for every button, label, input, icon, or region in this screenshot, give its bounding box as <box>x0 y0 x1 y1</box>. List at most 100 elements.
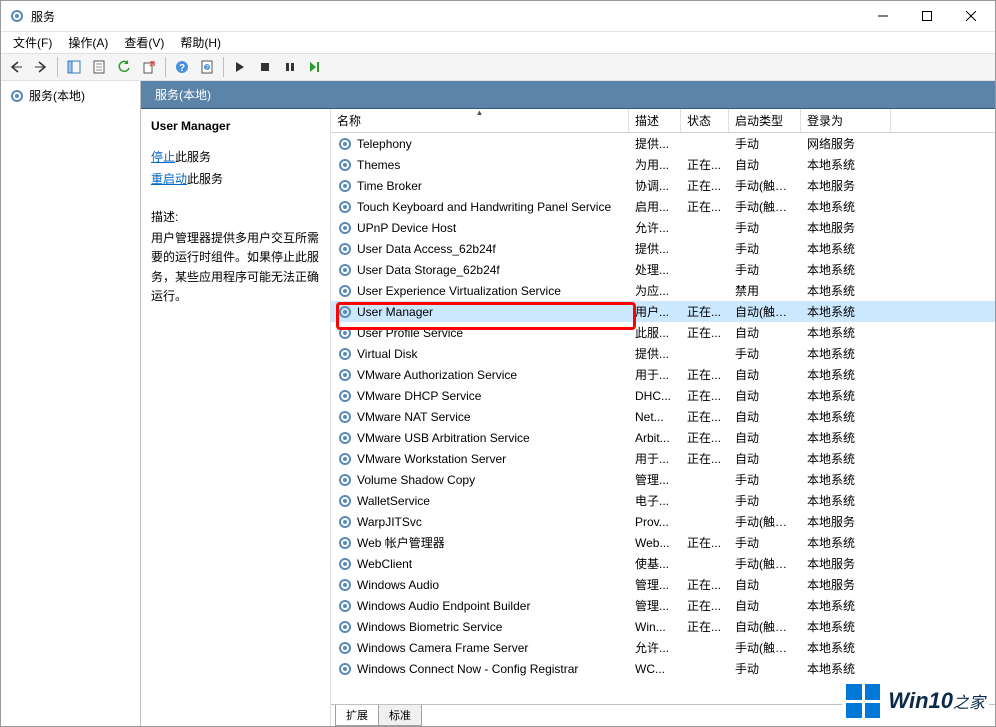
service-row[interactable]: WalletService电子...手动本地系统 <box>331 490 995 511</box>
watermark: Win10之家 <box>842 682 989 720</box>
restart-link[interactable]: 重启动 <box>151 172 187 186</box>
service-row[interactable]: User Data Storage_62b24f处理...手动本地系统 <box>331 259 995 280</box>
cell-desc: 允许... <box>629 219 681 236</box>
start-service-button[interactable] <box>229 56 251 78</box>
list-rows[interactable]: Telephony提供...手动网络服务Themes为用...正在...自动本地… <box>331 133 995 704</box>
menu-action[interactable]: 操作(A) <box>60 32 116 53</box>
menu-file[interactable]: 文件(F) <box>5 32 60 53</box>
service-row[interactable]: VMware NAT ServiceNet...正在...自动本地系统 <box>331 406 995 427</box>
column-logon-as[interactable]: 登录为 <box>801 109 891 132</box>
back-button[interactable] <box>5 56 27 78</box>
service-row[interactable]: VMware Workstation Server用于...正在...自动本地系… <box>331 448 995 469</box>
service-row[interactable]: Windows Audio管理...正在...自动本地服务 <box>331 574 995 595</box>
service-row[interactable]: Virtual Disk提供...手动本地系统 <box>331 343 995 364</box>
service-row[interactable]: Time Broker协调...正在...手动(触发...本地服务 <box>331 175 995 196</box>
cell-desc: Arbit... <box>629 431 681 445</box>
cell-start: 自动 <box>729 387 801 404</box>
cell-desc: 启用... <box>629 198 681 215</box>
gear-icon <box>337 388 353 404</box>
service-row[interactable]: User Manager用户...正在...自动(触发...本地系统 <box>331 301 995 322</box>
properties-button[interactable] <box>88 56 110 78</box>
gear-icon <box>337 157 353 173</box>
forward-button[interactable] <box>30 56 52 78</box>
cell-start: 自动 <box>729 429 801 446</box>
pause-service-button[interactable] <box>279 56 301 78</box>
export-button[interactable] <box>138 56 160 78</box>
cell-state: 正在... <box>681 618 729 635</box>
cell-state: 正在... <box>681 597 729 614</box>
column-description[interactable]: 描述 <box>629 109 681 132</box>
tab-standard[interactable]: 标准 <box>378 705 422 726</box>
nav-services-local[interactable]: 服务(本地) <box>5 85 136 106</box>
gear-icon <box>337 619 353 635</box>
show-hide-tree-button[interactable] <box>63 56 85 78</box>
restart-service-button[interactable] <box>304 56 326 78</box>
maximize-button[interactable] <box>905 1 949 31</box>
service-row[interactable]: WebClient使基...手动(触发...本地服务 <box>331 553 995 574</box>
service-row[interactable]: VMware DHCP ServiceDHC...正在...自动本地系统 <box>331 385 995 406</box>
description-label: 描述: <box>151 208 320 225</box>
cell-name: User Profile Service <box>331 325 629 341</box>
help-button[interactable]: ? <box>171 56 193 78</box>
gear-icon <box>337 178 353 194</box>
gear-icon <box>337 472 353 488</box>
stop-suffix: 此服务 <box>175 150 211 164</box>
refresh-button[interactable] <box>113 56 135 78</box>
service-row[interactable]: UPnP Device Host允许...手动本地服务 <box>331 217 995 238</box>
cell-desc: 为应... <box>629 282 681 299</box>
cell-desc: 此服... <box>629 324 681 341</box>
tab-extended[interactable]: 扩展 <box>335 705 379 726</box>
column-state[interactable]: 状态 <box>681 109 729 132</box>
cell-start: 手动 <box>729 345 801 362</box>
toolbar: ? ? <box>1 53 995 81</box>
sort-arrow-icon: ▲ <box>476 109 484 117</box>
cell-name: Telephony <box>331 136 629 152</box>
cell-name: Windows Audio <box>331 577 629 593</box>
cell-logon: 本地系统 <box>801 387 891 404</box>
cell-state: 正在... <box>681 408 729 425</box>
service-row[interactable]: VMware Authorization Service用于...正在...自动… <box>331 364 995 385</box>
column-name[interactable]: 名称▲ <box>331 109 629 132</box>
service-row[interactable]: Touch Keyboard and Handwriting Panel Ser… <box>331 196 995 217</box>
cell-name: VMware Workstation Server <box>331 451 629 467</box>
minimize-button[interactable] <box>861 1 905 31</box>
service-row[interactable]: Windows Audio Endpoint Builder管理...正在...… <box>331 595 995 616</box>
cell-name: Time Broker <box>331 178 629 194</box>
service-row[interactable]: Windows Connect Now - Config RegistrarWC… <box>331 658 995 679</box>
cell-logon: 本地系统 <box>801 597 891 614</box>
main-header-title: 服务(本地) <box>155 86 211 103</box>
cell-logon: 本地系统 <box>801 198 891 215</box>
menu-help[interactable]: 帮助(H) <box>172 32 229 53</box>
cell-desc: 使基... <box>629 555 681 572</box>
close-button[interactable] <box>949 1 993 31</box>
window-title: 服务 <box>31 8 861 25</box>
service-row[interactable]: Web 帐户管理器Web...正在...手动本地系统 <box>331 532 995 553</box>
stop-service-button[interactable] <box>254 56 276 78</box>
service-row[interactable]: User Profile Service此服...正在...自动本地系统 <box>331 322 995 343</box>
cell-logon: 本地系统 <box>801 471 891 488</box>
service-row[interactable]: User Experience Virtualization Service为应… <box>331 280 995 301</box>
service-row[interactable]: Telephony提供...手动网络服务 <box>331 133 995 154</box>
gear-icon <box>337 493 353 509</box>
services-icon <box>9 88 25 104</box>
service-row[interactable]: Windows Camera Frame Server允许...手动(触发...… <box>331 637 995 658</box>
service-row[interactable]: VMware USB Arbitration ServiceArbit...正在… <box>331 427 995 448</box>
cell-state: 正在... <box>681 303 729 320</box>
help-topics-button[interactable]: ? <box>196 56 218 78</box>
cell-start: 手动(触发... <box>729 198 801 215</box>
cell-logon: 本地系统 <box>801 156 891 173</box>
service-row[interactable]: Windows Biometric ServiceWin...正在...自动(触… <box>331 616 995 637</box>
stop-link[interactable]: 停止 <box>151 150 175 164</box>
column-startup-type[interactable]: 启动类型 <box>729 109 801 132</box>
cell-state: 正在... <box>681 534 729 551</box>
service-row[interactable]: Volume Shadow Copy管理...手动本地系统 <box>331 469 995 490</box>
service-row[interactable]: Themes为用...正在...自动本地系统 <box>331 154 995 175</box>
cell-desc: 为用... <box>629 156 681 173</box>
cell-start: 手动(触发... <box>729 177 801 194</box>
watermark-text: Win10之家 <box>888 688 985 714</box>
cell-logon: 本地系统 <box>801 492 891 509</box>
menu-view[interactable]: 查看(V) <box>116 32 172 53</box>
gear-icon <box>337 220 353 236</box>
service-row[interactable]: User Data Access_62b24f提供...手动本地系统 <box>331 238 995 259</box>
service-row[interactable]: WarpJITSvcProv...手动(触发...本地服务 <box>331 511 995 532</box>
